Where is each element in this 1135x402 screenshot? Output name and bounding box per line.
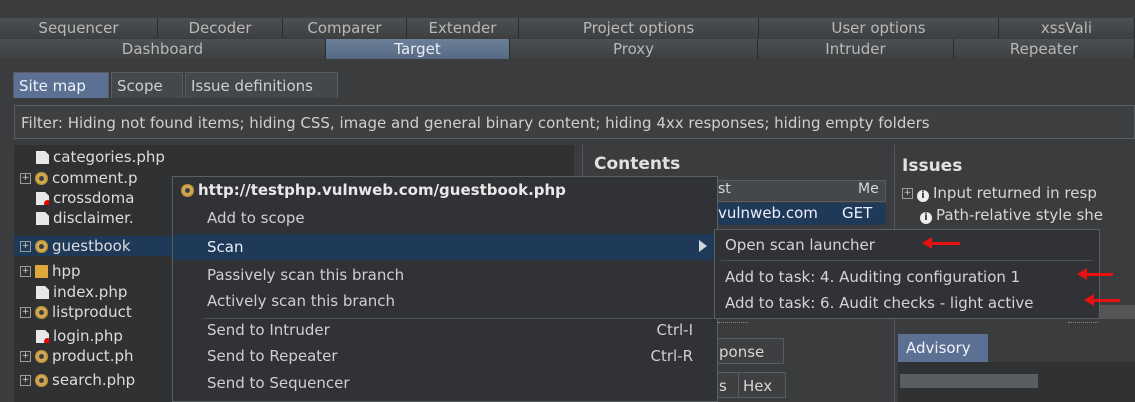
tab-target[interactable]: Target [326,39,510,59]
expand-icon[interactable]: + [20,241,31,252]
tree-item[interactable]: index.php [36,282,127,302]
menu-scan[interactable]: Scan [207,234,243,260]
menu-add-task-6[interactable]: Add to task: 6. Audit checks - light act… [725,291,1034,315]
expand-icon[interactable]: + [20,375,31,386]
splitter-handle[interactable] [718,322,748,327]
tab-repeater[interactable]: Repeater [954,39,1135,59]
info-icon: i [917,190,929,202]
menu-send-to-intruder[interactable]: Send to Intruder [207,317,330,343]
expand-icon[interactable]: + [20,266,31,277]
expand-icon[interactable]: + [20,351,31,362]
tree-item[interactable]: crossdoma [36,188,134,208]
menu-active-scan[interactable]: Actively scan this branch [207,288,395,314]
col-host-header[interactable]: st [718,181,731,197]
menu-open-scan-launcher[interactable]: Open scan launcher [725,233,875,257]
tree-item[interactable]: + hpp [20,261,81,281]
annotation-arrow-icon [1084,294,1120,306]
col-method-header[interactable]: Me [858,181,879,197]
file-icon [36,286,49,299]
row-method: GET [842,204,873,222]
red-dot-icon [44,200,49,205]
tree-item[interactable]: + search.php [20,370,135,390]
tab-comparer[interactable]: Comparer [283,18,407,38]
tab-response[interactable]: ponse [714,338,784,364]
tab-row-2: Dashboard Target Proxy Intruder Repeater [0,39,1135,59]
menu-add-to-scope[interactable]: Add to scope [207,205,305,231]
expand-icon[interactable]: + [20,173,31,184]
menu-add-task-4[interactable]: Add to task: 4. Auditing configuration 1 [725,265,1020,289]
tab-xssvali[interactable]: xssVali [999,18,1135,38]
contents-title: Contents [594,154,681,174]
file-icon [36,151,49,164]
tree-item[interactable]: login.php [36,326,123,346]
submenu-arrow-icon [699,240,707,252]
expand-icon[interactable]: + [902,188,913,199]
tab-intruder[interactable]: Intruder [758,39,954,59]
file-icon [36,330,49,343]
red-dot-icon [44,338,49,343]
splitter-handle[interactable] [1068,322,1098,327]
tab-proxy[interactable]: Proxy [510,39,758,59]
row-host: vulnweb.com [718,204,818,222]
shortcut-repeater: Ctrl-R [650,347,693,365]
scrollbar[interactable] [900,374,1038,388]
tab-user-options[interactable]: User options [759,18,999,38]
scan-submenu: Open scan launcher Add to task: 4. Audit… [714,229,1100,319]
filter-bar[interactable]: Filter: Hiding not found items; hiding C… [14,105,1135,139]
scrollbar[interactable] [1100,305,1135,319]
file-icon [36,192,49,205]
gear-file-icon [35,240,48,253]
annotation-arrow-icon [1077,268,1113,280]
tab-row-1: Sequencer Decoder Comparer Extender Proj… [0,18,1135,38]
tree-item[interactable]: + listproduct [20,302,132,322]
issue-item[interactable]: + i Input returned in resp [902,184,1097,202]
gear-file-icon [35,350,48,363]
menu-send-to-sequencer[interactable]: Send to Sequencer [207,370,350,396]
tree-item[interactable]: + comment.p [20,168,138,188]
gear-file-icon [35,172,48,185]
subtab-site-map[interactable]: Site map [13,72,109,98]
gear-file-icon [35,374,48,387]
folder-icon [35,265,48,278]
annotation-arrow-icon [922,237,960,249]
expand-icon[interactable]: + [20,307,31,318]
tab-dashboard[interactable]: Dashboard [0,39,326,59]
menu-send-to-repeater[interactable]: Send to Repeater [207,343,338,369]
tab-hex[interactable]: Hex [738,372,786,398]
tab-decoder[interactable]: Decoder [158,18,283,38]
tree-item[interactable]: disclaimer. [36,208,134,228]
subtab-issue-definitions[interactable]: Issue definitions [185,72,338,98]
info-icon: i [920,212,932,224]
tree-item[interactable]: + product.ph [20,346,134,366]
menu-passive-scan[interactable]: Passively scan this branch [207,262,404,288]
issue-item[interactable]: i Path-relative style she [920,206,1103,224]
tab-extender[interactable]: Extender [407,18,519,38]
shortcut-intruder: Ctrl-I [656,321,693,339]
menu-separator [721,260,1093,261]
tab-sequencer[interactable]: Sequencer [0,18,158,38]
file-icon [36,212,49,225]
context-menu-header: http://testphp.vulnweb.com/guestbook.php [181,181,566,199]
tree-item-selected[interactable]: + guestbook [14,236,180,256]
issues-title: Issues [902,156,963,176]
tree-item[interactable]: categories.php [36,147,165,167]
menu-scan-highlight[interactable] [173,234,717,260]
tab-advisory[interactable]: Advisory [898,334,988,362]
gear-file-icon [181,184,194,197]
context-menu: http://testphp.vulnweb.com/guestbook.php… [172,176,718,402]
tab-project-options[interactable]: Project options [519,18,759,38]
subtab-scope[interactable]: Scope [111,72,183,98]
gear-file-icon [35,306,48,319]
